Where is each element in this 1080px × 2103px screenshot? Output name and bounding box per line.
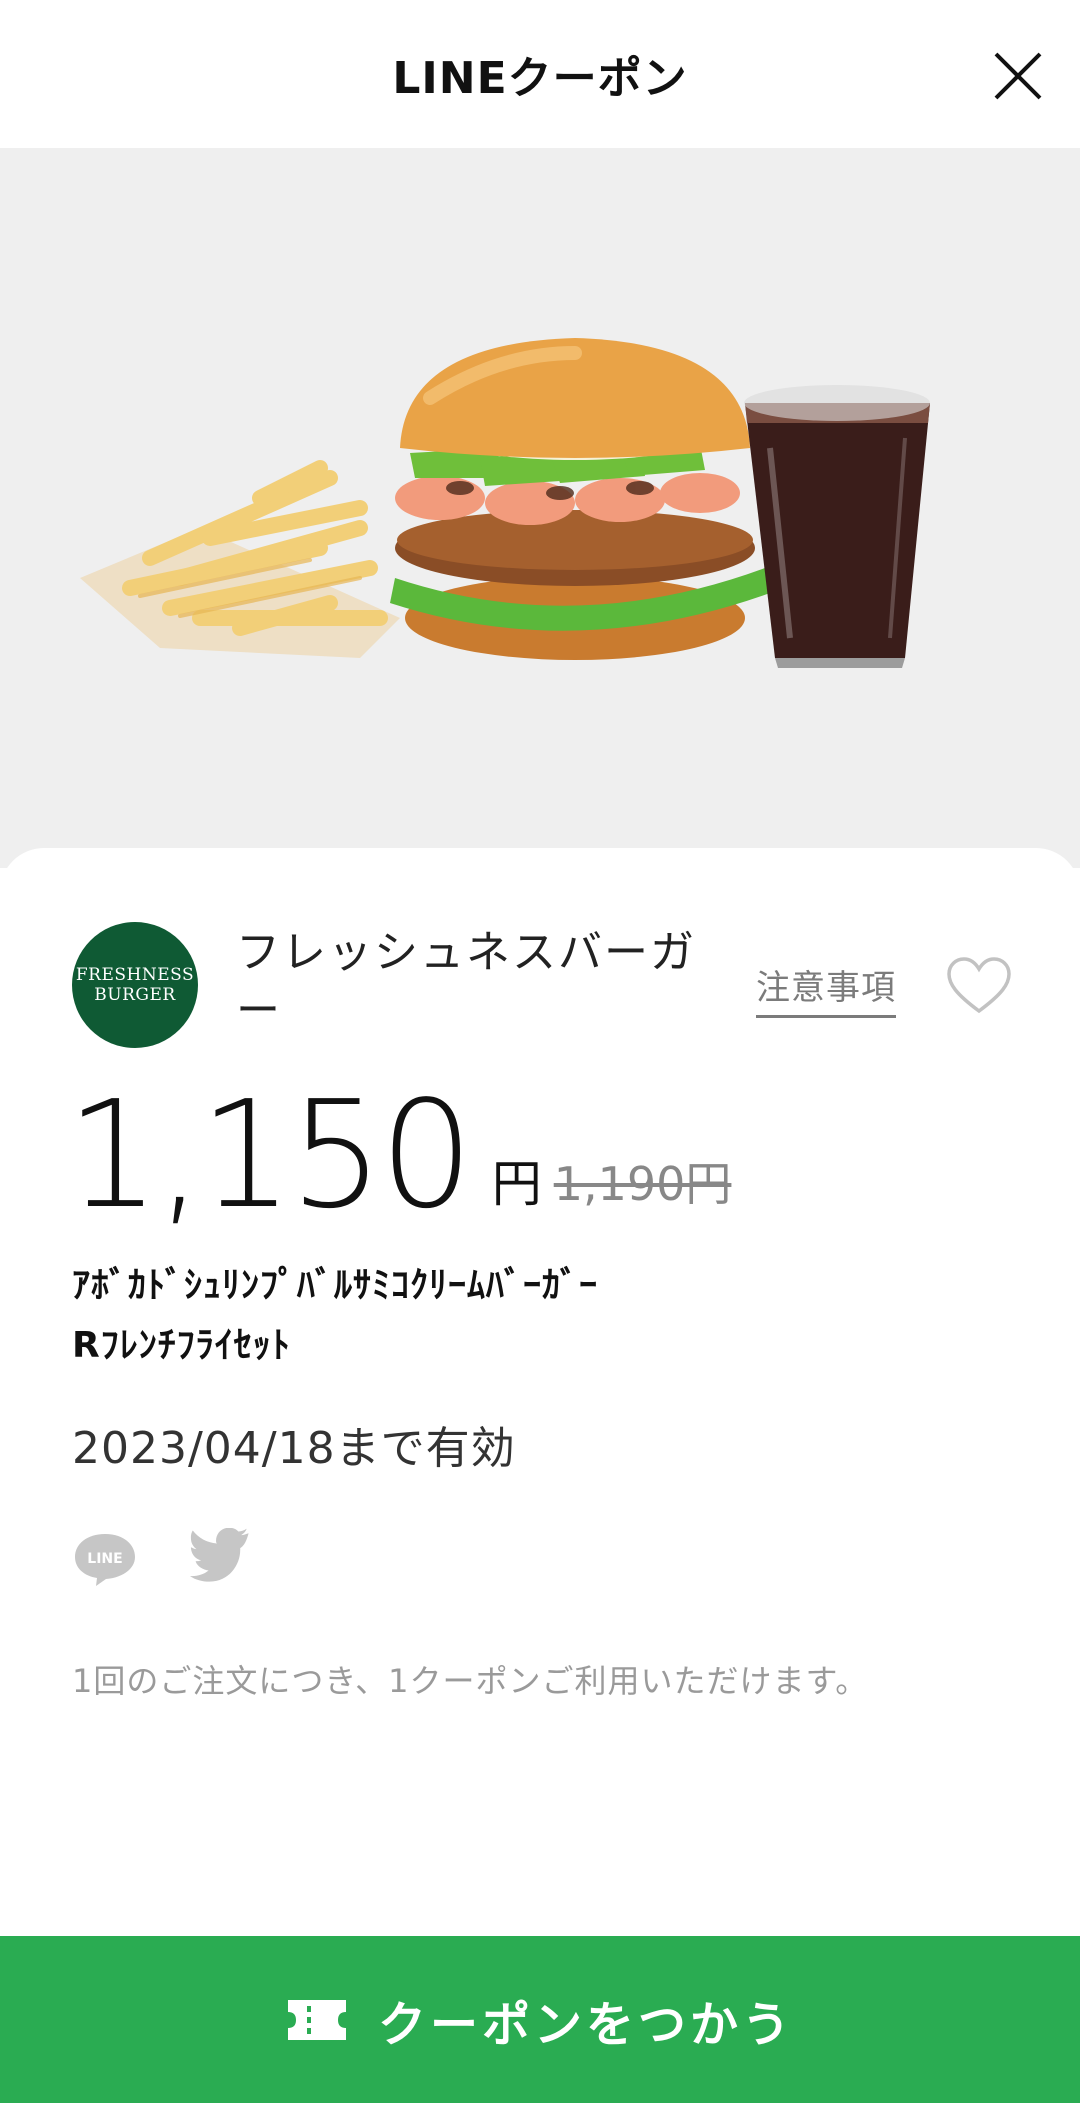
use-coupon-label: クーポンをつかう <box>377 1996 794 2053</box>
favorite-button[interactable] <box>946 956 1012 1016</box>
product-name-line2: Rﾌﾚﾝﾁﾌﾗｲｾｯﾄ <box>72 1325 291 1366</box>
fries-image <box>80 460 400 658</box>
page-title: LINEクーポン <box>392 53 688 104</box>
usage-note: 1回のご注文につき、1クーポンご利用いただけます。 <box>72 1662 869 1700</box>
brand-logo-line2: BURGER <box>94 985 176 1005</box>
close-button[interactable] <box>992 50 1044 102</box>
share-twitter-button[interactable] <box>188 1527 254 1588</box>
twitter-icon <box>190 1527 249 1582</box>
product-name-line1: ｱﾎﾞｶﾄﾞｼｭﾘﾝﾌﾟﾊﾞﾙｻﾐｺｸﾘｰﾑﾊﾞｰｶﾞｰ <box>72 1265 598 1306</box>
price-unit: 円 <box>491 1155 542 1213</box>
share-line-button[interactable]: LINE <box>72 1530 138 1588</box>
brand-name: フレッシュネスバーガー <box>236 927 696 1036</box>
brand-logo-line1: FRESHNESS <box>75 965 195 985</box>
brand-logo: FRESHNESS BURGER <box>72 922 198 1048</box>
valid-until: 2023/04/18まで有効 <box>72 1423 516 1474</box>
line-icon: LINE <box>75 1534 135 1586</box>
notes-link[interactable]: 注意事項 <box>756 960 896 1018</box>
close-icon <box>994 52 1042 100</box>
use-coupon-button[interactable]: クーポンをつかう <box>0 1936 1080 2103</box>
burger-image <box>390 338 770 660</box>
product-name: ｱﾎﾞｶﾄﾞｼｭﾘﾝﾌﾟﾊﾞﾙｻﾐｺｸﾘｰﾑﾊﾞｰｶﾞｰ Rﾌﾚﾝﾁﾌﾗｲｾｯﾄ <box>72 1256 972 1376</box>
original-price: 1,190円 <box>553 1157 732 1211</box>
price-row: 1,150 円 1,190円 <box>66 1080 731 1230</box>
line-icon-text: LINE <box>87 1551 122 1567</box>
coupon-price: 1,150 <box>66 1069 474 1241</box>
ticket-icon <box>287 1999 346 2040</box>
hero-image <box>0 148 1080 868</box>
food-illustration <box>80 338 930 668</box>
header-bar: LINEクーポン <box>0 0 1080 148</box>
cola-image <box>744 385 930 668</box>
heart-icon <box>947 957 1011 1014</box>
